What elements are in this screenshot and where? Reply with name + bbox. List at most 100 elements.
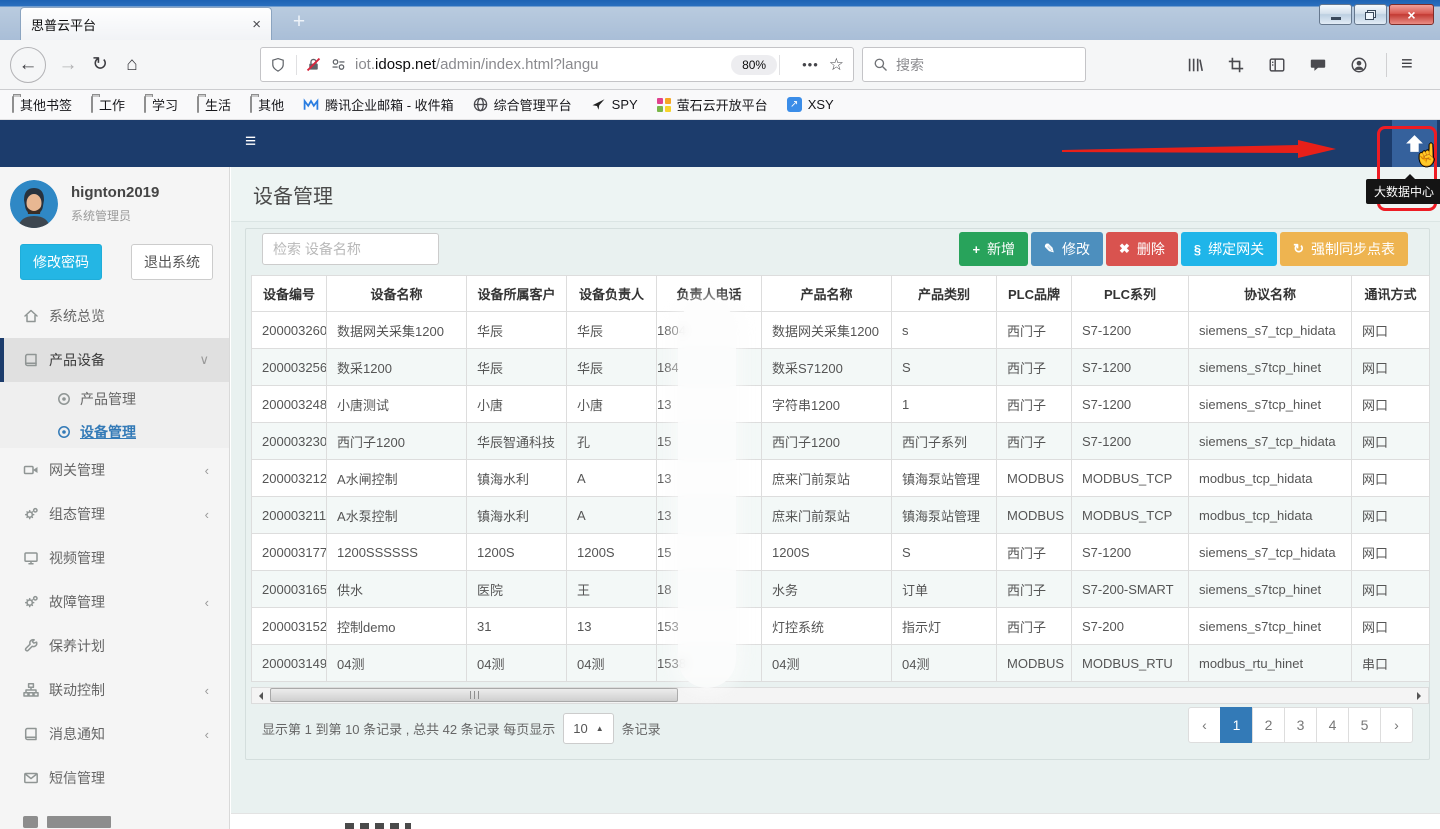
bookmark-star-icon[interactable]: ☆ xyxy=(829,55,844,75)
cell-product: 数采S71200 xyxy=(762,349,892,386)
sidebar-collapse-icon[interactable]: ≡ xyxy=(245,131,256,153)
action-button-强制同步点表[interactable]: ↻强制同步点表 xyxy=(1280,232,1408,266)
bookmark-folder-工作[interactable]: 工作 xyxy=(91,95,125,114)
bookmark-folder-生活[interactable]: 生活 xyxy=(197,95,231,114)
sidebar-item-产品管理[interactable]: 产品管理 xyxy=(0,382,229,415)
table-row[interactable]: 2000031771200SSSSSS1200S1200S151200SS西门子… xyxy=(252,534,1430,571)
sidebar-item-保养计划[interactable]: 保养计划 xyxy=(0,624,229,668)
change-password-button[interactable]: 修改密码 xyxy=(20,244,102,280)
action-button-删除[interactable]: ✖删除 xyxy=(1106,232,1178,266)
sidebar-item-网关管理[interactable]: 网关管理‹ xyxy=(0,448,229,492)
insecure-lock-icon[interactable] xyxy=(305,56,322,73)
cell-plc_series: S7-200 xyxy=(1072,608,1189,645)
sidebar-item-故障管理[interactable]: 故障管理‹ xyxy=(0,580,229,624)
library-icon[interactable] xyxy=(1186,56,1204,74)
sidebar-item-系统总览[interactable]: 系统总览 xyxy=(0,294,229,338)
browser-search-box[interactable] xyxy=(862,47,1086,82)
sidebar-item-视频管理[interactable]: 视频管理 xyxy=(0,536,229,580)
avatar[interactable] xyxy=(10,180,58,228)
device-search-input[interactable] xyxy=(262,233,439,265)
bookmark-XSY[interactable]: ↗XSY xyxy=(787,97,834,112)
bookmark-folder-其他[interactable]: 其他 xyxy=(250,95,284,114)
close-button[interactable]: × xyxy=(1389,4,1434,25)
clipped-menu-item[interactable] xyxy=(0,800,229,829)
url-text[interactable]: iot.idosp.net/admin/index.html?langu xyxy=(355,56,655,73)
bookmark-腾讯企业邮箱 - 收件箱[interactable]: 腾讯企业邮箱 - 收件箱 xyxy=(303,95,454,114)
sidebar-item-label: 短信管理 xyxy=(49,768,105,788)
pager-page-4[interactable]: 4 xyxy=(1316,707,1349,743)
bookmark-SPY[interactable]: SPY xyxy=(591,97,638,112)
phone-fragment-left: 15 xyxy=(657,619,671,634)
pager-page-2[interactable]: 2 xyxy=(1252,707,1285,743)
permissions-icon[interactable] xyxy=(330,56,347,73)
browser-menu-icon[interactable]: ≡ xyxy=(1401,53,1413,76)
scroll-left-button[interactable] xyxy=(252,688,268,703)
scrollbar-thumb[interactable] xyxy=(270,688,678,702)
shield-icon[interactable] xyxy=(270,57,286,73)
gears-icon xyxy=(23,506,49,522)
table-row[interactable]: 200003230西门子1200华辰智通科技孔15西门子1200西门子系列西门子… xyxy=(252,423,1430,460)
table-row[interactable]: 200003212A水闸控制镇海水利A13庶来门前泵站镇海泵站管理MODBUSM… xyxy=(252,460,1430,497)
pager-page-3[interactable]: 3 xyxy=(1284,707,1317,743)
pagination-info: 显示第 1 到第 10 条记录 , 总共 42 条记录 每页显示 10 ▲ 条记… xyxy=(262,713,661,744)
column-header: 设备所属客户 xyxy=(467,276,567,312)
horizontal-scrollbar[interactable] xyxy=(251,687,1429,704)
sidebar-item-产品设备[interactable]: 产品设备∨ xyxy=(0,338,229,382)
table-row[interactable]: 200003260数据网关采集1200华辰华辰1804数据网关采集1200s西门… xyxy=(252,312,1430,349)
pager-page-1[interactable]: 1 xyxy=(1220,707,1253,743)
bookmark-综合管理平台[interactable]: 综合管理平台 xyxy=(473,95,572,114)
table-row[interactable]: 200003256数采1200华辰华辰184数采S71200S西门子S7-120… xyxy=(252,349,1430,386)
scrollbar-track[interactable] xyxy=(268,688,1412,703)
pagination-info-text: 显示第 1 到第 10 条记录 , 总共 42 条记录 每页显示 xyxy=(262,719,555,738)
sidebar-item-设备管理[interactable]: 设备管理 xyxy=(0,415,229,448)
table-row[interactable]: 200003152控制demo3113153灯控系统指示灯西门子S7-200si… xyxy=(252,608,1430,645)
cell-plc_brand: 西门子 xyxy=(997,608,1072,645)
browser-tab[interactable]: 思普云平台 × xyxy=(20,7,272,40)
restore-button[interactable] xyxy=(1354,4,1387,25)
sidebar-item-联动控制[interactable]: 联动控制‹ xyxy=(0,668,229,712)
table-row[interactable]: 20000314904测04测04测153804测04测MODBUSMODBUS… xyxy=(252,645,1430,682)
sidebar-item-组态管理[interactable]: 组态管理‹ xyxy=(0,492,229,536)
bookmark-folder-学习[interactable]: 学习 xyxy=(144,95,178,114)
cell-id: 200003149 xyxy=(252,645,327,682)
new-tab-button[interactable]: + xyxy=(284,10,314,38)
action-button-绑定网关[interactable]: §绑定网关 xyxy=(1181,232,1277,266)
cell-id: 200003152 xyxy=(252,608,327,645)
logout-button[interactable]: 退出系统 xyxy=(131,244,213,280)
bookmark-萤石云开放平台[interactable]: 萤石云开放平台 xyxy=(657,95,768,114)
action-button-修改[interactable]: ✎修改 xyxy=(1031,232,1103,266)
urlbar-divider xyxy=(296,55,297,75)
chevron-left-icon: ‹ xyxy=(205,683,209,698)
cell-comm: 网口 xyxy=(1352,608,1430,645)
sidebar-toggle-icon[interactable] xyxy=(1268,56,1286,74)
action-button-新增[interactable]: +新增 xyxy=(959,232,1028,266)
url-bar[interactable]: iot.idosp.net/admin/index.html?langu 80%… xyxy=(260,47,854,82)
cell-product: 庶来门前泵站 xyxy=(762,497,892,534)
table-row[interactable]: 200003211A水泵控制镇海水利A13庶来门前泵站镇海泵站管理MODBUSM… xyxy=(252,497,1430,534)
sidebar-item-短信管理[interactable]: 短信管理 xyxy=(0,756,229,800)
back-button[interactable]: ← xyxy=(10,47,46,83)
page-size-select[interactable]: 10 ▲ xyxy=(563,713,613,744)
messages-icon[interactable] xyxy=(1309,56,1327,74)
bookmark-folder-其他书签[interactable]: 其他书签 xyxy=(12,95,72,114)
pager-next[interactable]: › xyxy=(1380,707,1413,743)
zoom-level-badge[interactable]: 80% xyxy=(731,55,777,75)
pager-prev[interactable]: ‹ xyxy=(1188,707,1221,743)
table-row[interactable]: 200003165供水医院王18水务订单西门子S7-200-SMARTsieme… xyxy=(252,571,1430,608)
screenshot-crop-icon[interactable] xyxy=(1227,56,1245,74)
forward-button[interactable]: → xyxy=(52,54,84,76)
scroll-right-button[interactable] xyxy=(1412,688,1428,703)
tab-close-icon[interactable]: × xyxy=(252,17,261,32)
urlbar-divider-2 xyxy=(779,55,780,75)
pager-page-5[interactable]: 5 xyxy=(1348,707,1381,743)
reload-button[interactable]: ↻ xyxy=(84,53,116,76)
home-button[interactable]: ⌂ xyxy=(116,54,148,76)
sidebar-item-消息通知[interactable]: 消息通知‹ xyxy=(0,712,229,756)
account-icon[interactable] xyxy=(1350,56,1368,74)
cell-plc_brand: MODBUS xyxy=(997,460,1072,497)
page-actions-icon[interactable]: ••• xyxy=(802,57,819,72)
minimize-button[interactable] xyxy=(1319,4,1352,25)
table-row[interactable]: 200003248小唐测试小唐小唐13字符串12001西门子S7-1200sie… xyxy=(252,386,1430,423)
browser-search-input[interactable] xyxy=(896,57,1056,73)
cell-owner: 华辰 xyxy=(567,349,657,386)
